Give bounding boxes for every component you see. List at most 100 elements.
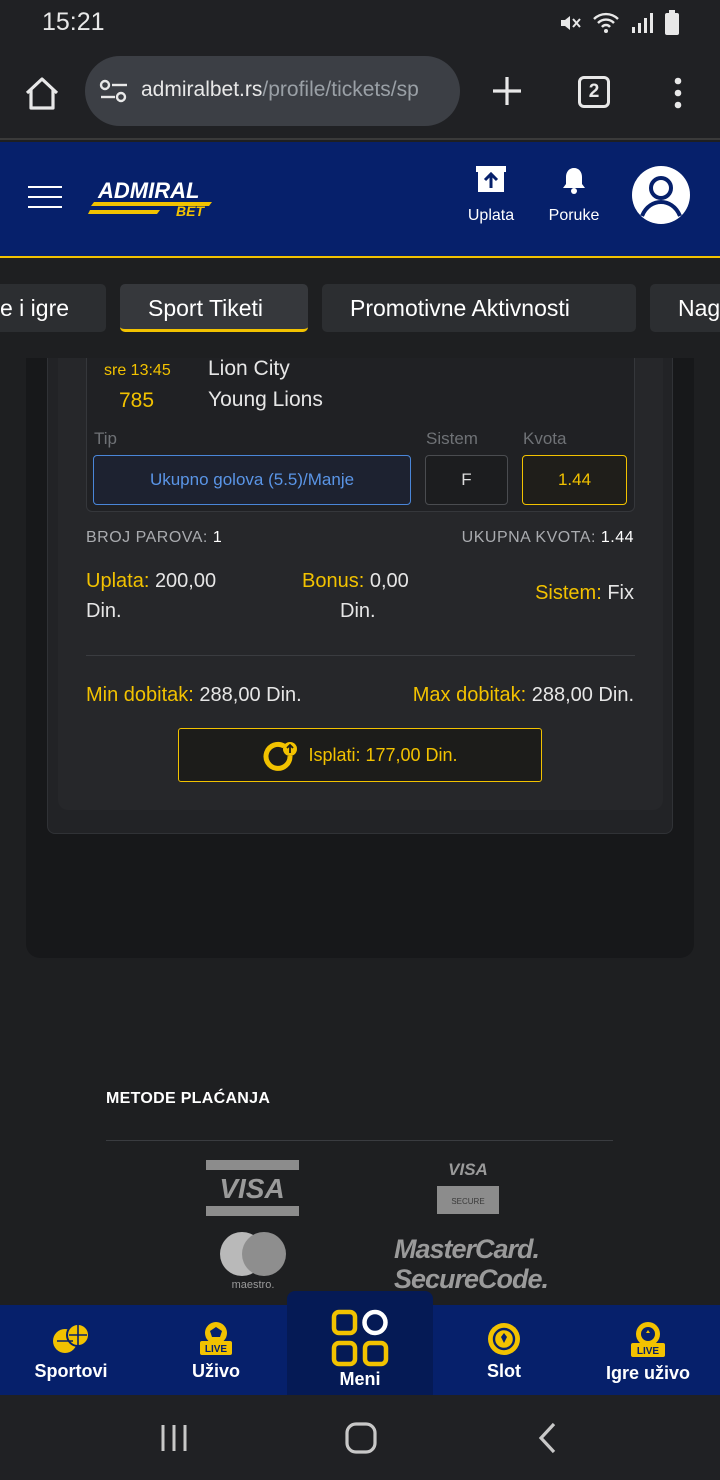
slot-chip-icon [488, 1323, 520, 1355]
cashout-label: Isplati: 177,00 Din. [308, 745, 458, 765]
ukupna-kvota: UKUPNA KVOTA: 1.44 [462, 529, 634, 547]
ukupna-kvota-value: 1.44 [600, 529, 634, 546]
nav-slot-label: Slot [487, 1361, 521, 1381]
profile-avatar-icon[interactable] [632, 166, 690, 224]
min-dobitak-label: Min dobitak: [86, 684, 194, 706]
broj-parova: BROJ PAROVA: 1 [86, 529, 222, 547]
browser-toolbar: admiralbet.rs/profile/tickets/sp 2 [0, 46, 720, 140]
logo-bottom-text: BET [176, 203, 205, 219]
status-time: 15:21 [42, 8, 105, 36]
min-dobitak: Min dobitak: 288,00 Din. [86, 684, 302, 707]
deposit-icon [476, 166, 506, 192]
bonus-value: 0,00 [369, 570, 409, 592]
maestro-logo: maestro. [220, 1232, 286, 1291]
min-dobitak-value: 288,00 Din. [199, 684, 302, 706]
mastercard-line1: MasterCard. [394, 1234, 539, 1264]
battery-icon [665, 10, 679, 35]
home-circle-icon[interactable] [344, 1421, 378, 1455]
deposit-button[interactable]: Uplata [462, 166, 520, 225]
nav-igre-uzivo[interactable]: LIVE Igre uživo [588, 1321, 708, 1384]
menu-hamburger-icon[interactable] [28, 186, 62, 210]
nav-uzivo-label: Uživo [191, 1361, 240, 1381]
max-dobitak-value: 288,00 Din. [531, 684, 634, 706]
mastercard-line2: SecureCode. [394, 1264, 548, 1292]
android-navigation-bar [0, 1395, 720, 1480]
sports-balls-icon [53, 1323, 90, 1353]
payment-methods-title: METODE PLAĆANJA [106, 1090, 271, 1107]
status-bar: 15:21 [0, 0, 720, 46]
bonus-amount: Bonus: 0,00 Din. [302, 566, 442, 626]
visa-secure-logo: VISA SECURE [437, 1160, 499, 1214]
ticket-divider [86, 655, 635, 656]
tab-igre[interactable]: e i igre [0, 284, 106, 332]
max-dobitak: Max dobitak: 288,00 Din. [413, 684, 634, 707]
deposit-label: Uplata [467, 207, 515, 224]
live-badge-text: LIVE [205, 1344, 228, 1355]
uplata-currency: Din. [86, 600, 122, 622]
nav-meni[interactable]: Meni [287, 1291, 433, 1395]
match-time: sre 13:45 [104, 362, 171, 379]
status-icons [558, 10, 680, 36]
uplata-amount: Uplata: 200,00 Din. [86, 566, 216, 626]
nav-slot[interactable]: Slot [449, 1321, 559, 1382]
tab-nagrade[interactable]: Nag [650, 284, 720, 332]
sistem-value: Fix [607, 582, 634, 604]
visa-logo-text: VISA [219, 1173, 284, 1204]
broj-parova-label: BROJ PAROVA: [86, 529, 208, 546]
match-code: 785 [119, 389, 155, 412]
profile-tabs: e i igre Sport Tiketi Promotivne Aktivno… [0, 260, 720, 358]
payment-divider [106, 1140, 613, 1141]
url-path: /profile/tickets/sp [262, 78, 419, 101]
home-icon[interactable] [22, 74, 62, 114]
more-options-icon[interactable] [668, 76, 688, 110]
max-dobitak-label: Max dobitak: [412, 684, 527, 706]
site-settings-icon[interactable] [99, 78, 129, 104]
recent-apps-icon[interactable] [159, 1423, 189, 1453]
bet-tip-value: Ukupno golova (5.5)/Manje [93, 455, 411, 505]
logo-top-text: ADMIRAL [97, 178, 199, 203]
messages-button[interactable]: Poruke [544, 166, 604, 225]
sistem-type: Sistem: Fix [535, 582, 634, 605]
bet-sistem-value: F [425, 455, 508, 505]
bell-icon [563, 168, 585, 194]
bottom-navigation: Sportovi LIVE Uživo Meni Slot LIVE Igre … [0, 1291, 720, 1395]
wifi-icon [593, 12, 619, 33]
uplata-value: 200,00 [154, 570, 217, 592]
bet-kvota-value: 1.44 [522, 455, 627, 505]
mastercard-securecode-logo: MasterCard. SecureCode. [394, 1234, 549, 1292]
nav-uzivo[interactable]: LIVE Uživo [161, 1321, 271, 1382]
url-host: admiralbet.rs [141, 78, 263, 101]
cashout-button[interactable]: Isplati: 177,00 Din. [178, 728, 542, 782]
broj-parova-value: 1 [212, 529, 223, 546]
col-header-kvota: Kvota [523, 429, 567, 448]
nav-sportovi[interactable]: Sportovi [16, 1321, 126, 1382]
visa-logo: VISA [206, 1160, 299, 1216]
bonus-label: Bonus: [302, 570, 365, 592]
col-header-tip: Tip [94, 429, 117, 448]
back-chevron-icon[interactable] [536, 1421, 560, 1455]
tab-switcher-button[interactable]: 2 [578, 76, 610, 108]
igre-live-badge-text: LIVE [637, 1346, 660, 1357]
maestro-logo-text: maestro. [232, 1279, 275, 1291]
uplata-label: Uplata: [86, 570, 150, 592]
cashout-icon [263, 742, 298, 772]
signal-icon [632, 13, 653, 33]
tab-sport-tiketi[interactable]: Sport Tiketi [120, 284, 308, 332]
site-header: ADMIRAL BET Uplata Poruke [0, 142, 720, 258]
menu-grid-icon [331, 1309, 389, 1367]
mute-icon [561, 16, 581, 30]
url-text: admiralbet.rs/profile/tickets/sp [141, 78, 451, 102]
nav-meni-label: Meni [339, 1369, 381, 1389]
live-ball-icon: LIVE [200, 1322, 232, 1355]
ukupna-kvota-label: UKUPNA KVOTA: [461, 529, 596, 546]
visa-secure-bottom-text: SECURE [451, 1197, 484, 1206]
address-bar[interactable]: admiralbet.rs/profile/tickets/sp [85, 56, 460, 126]
admiralbet-logo[interactable]: ADMIRAL BET [88, 178, 224, 222]
live-casino-icon: LIVE [631, 1322, 665, 1357]
new-tab-icon[interactable] [490, 74, 524, 108]
match-home-team: Lion City [208, 357, 290, 380]
match-away-team: Young Lions [208, 388, 323, 411]
nav-igre-uzivo-label: Igre uživo [605, 1363, 690, 1383]
col-header-sistem: Sistem [426, 429, 478, 448]
tab-promotivne-aktivnosti[interactable]: Promotivne Aktivnosti [322, 284, 636, 332]
